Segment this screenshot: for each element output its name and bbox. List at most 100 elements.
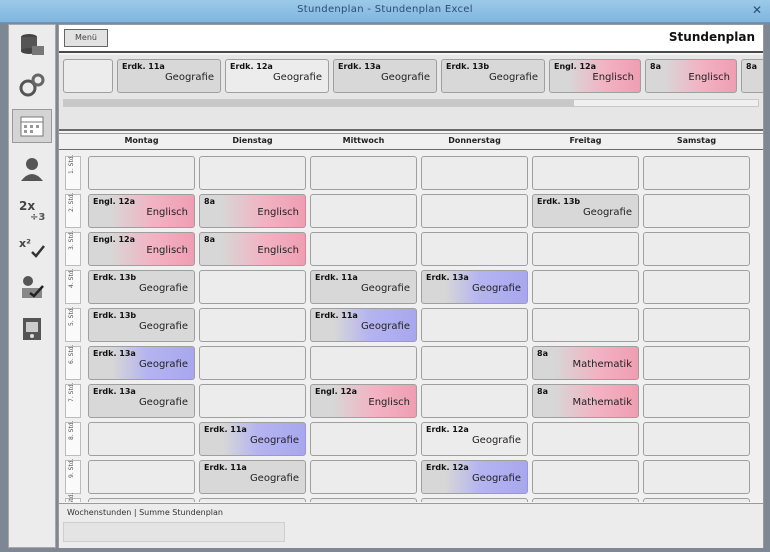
empty-slot[interactable] — [643, 308, 750, 342]
close-button[interactable]: ✕ — [750, 3, 764, 17]
empty-slot[interactable] — [310, 422, 417, 456]
empty-slot[interactable] — [310, 346, 417, 380]
lesson-card[interactable]: Erdk. 13a Geografie — [88, 384, 195, 418]
empty-slot[interactable] — [532, 460, 639, 494]
lesson-card[interactable]: 8a Englisch — [645, 59, 737, 93]
empty-slot[interactable] — [421, 194, 528, 228]
empty-slot[interactable] — [199, 156, 306, 190]
empty-slot[interactable] — [643, 422, 750, 456]
lesson-card[interactable]: Erdk. 11a Geografie — [310, 270, 417, 304]
empty-slot[interactable] — [310, 156, 417, 190]
empty-slot[interactable] — [643, 270, 750, 304]
empty-slot[interactable] — [421, 384, 528, 418]
lesson-card[interactable]: Erdk. 13a Geografie — [88, 346, 195, 380]
lesson-card[interactable]: Erdk. 13a Geografie — [421, 270, 528, 304]
lesson-subject: Geografie — [582, 207, 632, 218]
empty-slot[interactable] — [532, 422, 639, 456]
nav-math-check[interactable]: x² — [13, 231, 51, 263]
lesson-card[interactable]: 8a — [741, 59, 763, 93]
lesson-card[interactable]: 8a Mathematik — [532, 346, 639, 380]
nav-calendar[interactable] — [12, 109, 52, 143]
empty-slot[interactable] — [421, 498, 528, 502]
empty-slot[interactable] — [88, 422, 195, 456]
svg-text:÷3: ÷3 — [30, 212, 45, 222]
lesson-card[interactable]: Erdk. 11a Geografie — [310, 308, 417, 342]
lesson-card[interactable]: Erdk. 12a Geografie — [421, 460, 528, 494]
empty-slot[interactable] — [643, 498, 750, 502]
lesson-subject: Mathematik — [572, 359, 632, 370]
lesson-card[interactable]: Engl. 12a Englisch — [88, 232, 195, 266]
empty-slot[interactable] — [63, 59, 113, 93]
math-check-icon: x² — [19, 237, 45, 258]
empty-slot[interactable] — [199, 270, 306, 304]
lesson-card[interactable]: Erdk. 13b Geografie — [88, 308, 195, 342]
lesson-subject: Geografie — [249, 435, 299, 446]
lesson-class: Erdk. 13b — [93, 311, 137, 320]
lesson-class: Engl. 12a — [315, 387, 357, 396]
menu-button[interactable]: Menü — [64, 29, 108, 47]
empty-slot[interactable] — [88, 460, 195, 494]
empty-slot[interactable] — [310, 194, 417, 228]
day-header: Montag — [124, 136, 159, 145]
page-title: Stundenplan — [668, 30, 755, 44]
period-label: 1. Std. — [65, 154, 81, 190]
lesson-subject: Geografie — [138, 397, 188, 408]
empty-slot[interactable] — [532, 232, 639, 266]
lesson-card[interactable]: 8a Englisch — [199, 232, 306, 266]
empty-slot[interactable] — [199, 308, 306, 342]
nav-person[interactable] — [13, 153, 51, 185]
empty-slot[interactable] — [88, 498, 195, 502]
empty-slot[interactable] — [199, 346, 306, 380]
nav-settings[interactable] — [13, 69, 51, 101]
empty-slot[interactable] — [532, 498, 639, 502]
nav-math[interactable]: 2x ÷3 — [13, 193, 51, 225]
lesson-card[interactable]: Engl. 12a Englisch — [310, 384, 417, 418]
empty-slot[interactable] — [199, 384, 306, 418]
nav-edit-check[interactable] — [13, 271, 51, 303]
lesson-subject: Geografie — [380, 72, 430, 83]
empty-slot[interactable] — [532, 270, 639, 304]
lesson-card[interactable]: Erdk. 12a Geografie — [225, 59, 329, 93]
period-label: 3. Std. — [65, 230, 81, 266]
empty-slot[interactable] — [643, 156, 750, 190]
title-bar: Stundenplan - Stundenplan Excel ✕ — [0, 0, 770, 23]
empty-slot[interactable] — [532, 308, 639, 342]
lesson-card[interactable]: Erdk. 11a Geografie — [117, 59, 221, 93]
lesson-card[interactable]: Erdk. 12a Geografie — [421, 422, 528, 456]
nav-print[interactable] — [13, 313, 51, 345]
empty-slot[interactable] — [199, 498, 306, 502]
lesson-subject: Geografie — [360, 283, 410, 294]
empty-slot[interactable] — [88, 156, 195, 190]
lesson-strip-cards: Erdk. 11a Geografie Erdk. 12a Geografie Erdk… — [63, 59, 763, 95]
empty-slot[interactable] — [421, 232, 528, 266]
empty-slot[interactable] — [421, 346, 528, 380]
lesson-subject: Geografie — [471, 435, 521, 446]
empty-slot[interactable] — [310, 232, 417, 266]
lesson-class: Erdk. 12a — [230, 62, 273, 71]
lesson-card[interactable]: Engl. 12a Englisch — [88, 194, 195, 228]
strip-scrollbar-thumb[interactable] — [64, 100, 574, 106]
empty-slot[interactable] — [643, 232, 750, 266]
lesson-card[interactable]: 8a Mathematik — [532, 384, 639, 418]
empty-slot[interactable] — [421, 156, 528, 190]
lesson-card[interactable]: Erdk. 11a Geografie — [199, 460, 306, 494]
calendar-icon — [20, 116, 44, 137]
lesson-card[interactable]: Erdk. 11a Geografie — [199, 422, 306, 456]
svg-text:x²: x² — [19, 237, 31, 250]
lesson-card[interactable]: Erdk. 13b Geografie — [532, 194, 639, 228]
lesson-card[interactable]: Erdk. 13b Geografie — [441, 59, 545, 93]
empty-slot[interactable] — [310, 498, 417, 502]
empty-slot[interactable] — [643, 384, 750, 418]
empty-slot[interactable] — [310, 460, 417, 494]
lesson-card[interactable]: 8a Englisch — [199, 194, 306, 228]
nav-database[interactable] — [13, 29, 51, 61]
strip-scrollbar[interactable] — [63, 99, 759, 107]
empty-slot[interactable] — [532, 156, 639, 190]
lesson-card[interactable]: Erdk. 13b Geografie — [88, 270, 195, 304]
lesson-card[interactable]: Erdk. 13a Geografie — [333, 59, 437, 93]
empty-slot[interactable] — [643, 194, 750, 228]
empty-slot[interactable] — [643, 460, 750, 494]
lesson-card[interactable]: Engl. 12a Englisch — [549, 59, 641, 93]
empty-slot[interactable] — [421, 308, 528, 342]
empty-slot[interactable] — [643, 346, 750, 380]
